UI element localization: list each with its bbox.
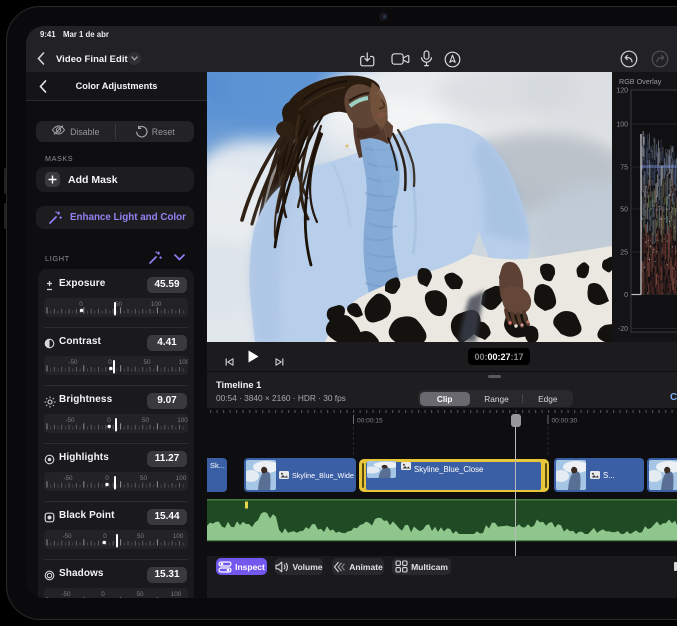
svg-text:0: 0	[79, 301, 83, 308]
svg-text:25: 25	[620, 250, 628, 257]
svg-text:-50: -50	[65, 417, 75, 424]
svg-text:-50: -50	[63, 475, 73, 482]
svg-text:120: 120	[616, 88, 628, 95]
svg-text:50: 50	[143, 359, 151, 366]
svg-text:75: 75	[620, 165, 628, 172]
svg-text:0: 0	[103, 533, 107, 540]
svg-text:50: 50	[137, 533, 145, 540]
svg-text:0: 0	[105, 475, 109, 482]
svg-text:50: 50	[140, 475, 148, 482]
svg-text:00:00:15: 00:00:15	[357, 418, 383, 425]
svg-text:50: 50	[142, 417, 150, 424]
svg-text:-50: -50	[68, 359, 78, 366]
svg-text:50: 50	[136, 591, 144, 598]
svg-text:100: 100	[173, 533, 184, 540]
svg-text:-50: -50	[61, 591, 71, 598]
svg-text:-50: -50	[62, 533, 72, 540]
svg-text:-20: -20	[618, 326, 628, 333]
svg-text:00:00:30: 00:00:30	[552, 418, 578, 425]
svg-text:50: 50	[115, 301, 123, 308]
svg-text:100: 100	[179, 359, 188, 366]
svg-text:50: 50	[620, 207, 628, 214]
svg-text:0: 0	[108, 359, 112, 366]
svg-text:0: 0	[101, 591, 105, 598]
svg-text:0: 0	[624, 292, 628, 299]
svg-text:RGB Overlay: RGB Overlay	[619, 77, 662, 86]
svg-text:100: 100	[616, 122, 628, 129]
svg-text:100: 100	[151, 301, 162, 308]
svg-text:100: 100	[177, 417, 188, 424]
svg-text:100: 100	[176, 475, 187, 482]
svg-text:100: 100	[171, 591, 182, 598]
svg-text:0: 0	[107, 417, 111, 424]
